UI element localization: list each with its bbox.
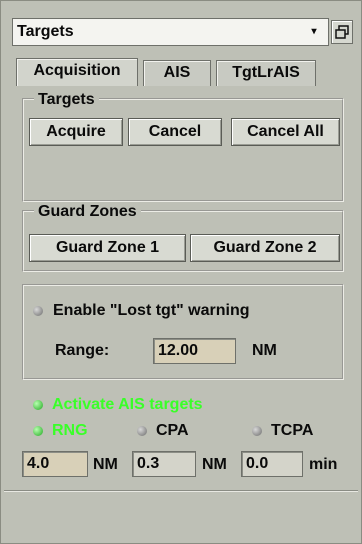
range-field[interactable]: 12.00 (153, 338, 236, 364)
panel-title: Targets (17, 23, 74, 40)
tcpa-label: TCPA (271, 422, 314, 439)
tcpa-field[interactable]: 0.0 (241, 451, 303, 477)
cpa-unit: NM (202, 456, 227, 473)
lost-target-label: Enable "Lost tgt" warning (53, 302, 250, 319)
cancel-all-button[interactable]: Cancel All (231, 118, 340, 146)
cpa-field[interactable]: 0.3 (132, 451, 196, 477)
rng-field[interactable]: 4.0 (22, 451, 88, 477)
range-unit: NM (252, 342, 277, 359)
targets-group-label: Targets (34, 90, 99, 110)
targets-group (22, 98, 344, 202)
bottom-separator (4, 490, 358, 492)
tcpa-unit: min (309, 456, 338, 473)
panel-title-dropdown[interactable]: Targets (12, 18, 329, 46)
rng-radio[interactable] (33, 426, 43, 436)
rng-label: RNG (52, 422, 88, 439)
guard-zone-2-button[interactable]: Guard Zone 2 (190, 234, 340, 262)
chevron-down-icon[interactable]: ▾ (307, 18, 321, 46)
tab-acquisition[interactable]: Acquisition (16, 58, 138, 86)
tab-tgtlrais[interactable]: TgtLrAIS (216, 60, 316, 86)
lost-target-group (22, 284, 344, 380)
rng-unit: NM (93, 456, 118, 473)
guard-zones-group-label: Guard Zones (34, 202, 141, 222)
tcpa-radio[interactable] (252, 426, 262, 436)
activate-ais-label: Activate AIS targets (52, 396, 203, 413)
lost-target-radio[interactable] (33, 306, 43, 316)
activate-ais-radio[interactable] (33, 400, 43, 410)
cancel-button[interactable]: Cancel (128, 118, 222, 146)
cpa-radio[interactable] (137, 426, 147, 436)
tab-ais[interactable]: AIS (143, 60, 211, 86)
range-label: Range: (55, 342, 110, 359)
acquire-button[interactable]: Acquire (29, 118, 123, 146)
guard-zone-1-button[interactable]: Guard Zone 1 (29, 234, 186, 262)
window-restore-icon[interactable] (331, 20, 353, 44)
cpa-label: CPA (156, 422, 189, 439)
